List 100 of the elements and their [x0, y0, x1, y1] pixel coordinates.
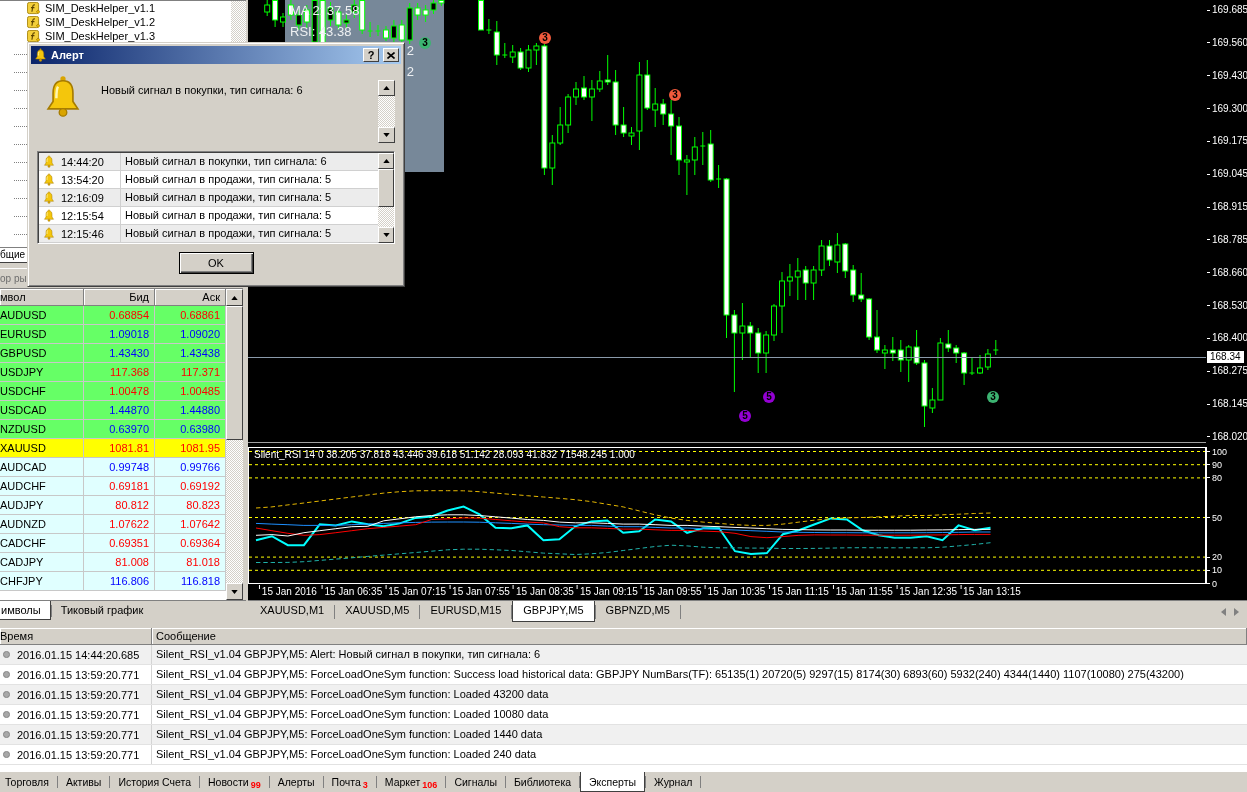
quote-row[interactable]: AUDNZD 1.07622 1.07642 — [0, 515, 226, 534]
log-message: Silent_RSI_v1.04 GBPJPY,M5: Alert: Новый сигнал в покупки, тип сигнала: 6 — [155, 647, 542, 662]
terminal-tab[interactable]: История Счета — [110, 772, 199, 792]
terminal-tab[interactable]: Библиотека — [505, 772, 580, 792]
price-label: 168.660 — [1207, 266, 1247, 279]
time-label: 15 Jan 13:15 — [960, 585, 1021, 598]
chart-tab[interactable]: EURUSD,M15 — [420, 601, 512, 622]
current-price-label: 168.34 — [1207, 351, 1244, 363]
scrollbar-thumb[interactable] — [226, 306, 243, 440]
scroll-up-button[interactable] — [378, 153, 394, 169]
navigator-item[interactable]: SIM_DeskHelper_v1.2 — [0, 15, 156, 29]
dot-icon — [3, 671, 10, 678]
navigator-tab[interactable]: бщие — [0, 248, 29, 263]
bell-icon — [43, 209, 55, 222]
navigator-item[interactable]: SIM_DeskHelper_v1.1 — [0, 1, 156, 15]
log-time: 2016.01.15 13:59:20.771 — [17, 748, 140, 761]
quote-row[interactable]: USDJPY 117.368 117.371 — [0, 363, 226, 382]
alert-history-row[interactable]: 12:15:46 Новый сигнал в продажи, тип сигнала: 5 — [39, 225, 378, 243]
quote-row[interactable]: CADCHF 0.69351 0.69364 — [0, 534, 226, 553]
axis-label: 0 — [1207, 578, 1217, 589]
column-header[interactable]: Бид — [84, 289, 155, 306]
time-label: 15 Jan 07:15 — [385, 585, 447, 598]
help-button[interactable]: ? — [363, 48, 379, 62]
quote-row[interactable]: AUDCAD 0.99748 0.99766 — [0, 458, 226, 477]
alert-message: Новый сигнал в покупки, тип сигнала: 6 — [101, 83, 303, 97]
close-button[interactable] — [383, 48, 399, 62]
indicator-readout: 2 — [406, 43, 414, 58]
quote-row[interactable]: EURUSD 1.09018 1.09020 — [0, 325, 226, 344]
scroll-down-button[interactable] — [378, 127, 395, 143]
axis-label: 50 — [1207, 512, 1222, 523]
dot-icon — [3, 751, 10, 758]
caret-up-icon — [231, 295, 238, 300]
caret-down-icon — [383, 133, 390, 137]
quote-row[interactable]: XAUUSD 1081.81 1081.95 — [0, 439, 226, 458]
log-message: Silent_RSI_v1.04 GBPJPY,M5: ForceLoadOneSym function: Loaded 240 data — [155, 747, 538, 762]
log-time: 2016.01.15 13:59:20.771 — [17, 688, 140, 701]
caret-down-icon — [382, 233, 390, 237]
alert-history-row[interactable]: 14:44:20 Новый сигнал в покупки, тип сигнала: 6 — [39, 153, 378, 171]
scrollbar-thumb[interactable] — [378, 169, 394, 207]
quote-row[interactable]: NZDUSD 0.63970 0.63980 — [0, 420, 226, 439]
column-header[interactable]: Время — [0, 628, 152, 645]
function-icon — [27, 15, 40, 29]
panel-tab[interactable]: Тиковый график — [51, 601, 153, 620]
log-message: Silent_RSI_v1.04 GBPJPY,M5: ForceLoadOneSym function: Loaded 10080 data — [155, 707, 550, 722]
chart-tab[interactable]: XAUUSD,M1 — [250, 601, 335, 622]
price-label: 169.300 — [1207, 102, 1247, 115]
function-icon — [27, 1, 40, 15]
bell-icon — [34, 48, 47, 62]
column-header[interactable]: мвол — [0, 289, 84, 306]
quote-row[interactable]: CHFJPY 116.806 116.818 — [0, 572, 226, 591]
terminal-tab[interactable]: Сигналы — [446, 772, 505, 792]
scroll-down-button[interactable] — [378, 227, 394, 243]
scroll-up-button[interactable] — [378, 80, 395, 96]
terminal-tab[interactable]: Журнал — [646, 772, 701, 792]
price-label: 168.020 — [1207, 430, 1247, 443]
signal-marker: 3 — [987, 391, 999, 403]
terminal-tab[interactable]: Эксперты — [580, 772, 646, 792]
quote-row[interactable]: AUDUSD 0.68854 0.68861 — [0, 306, 226, 325]
chart-tab[interactable]: GBPNZD,M5 — [595, 601, 680, 622]
quote-row[interactable]: USDCAD 1.44870 1.44880 — [0, 401, 226, 420]
chart-tab[interactable]: XAUUSD,M5 — [335, 601, 420, 622]
quote-row[interactable]: AUDJPY 80.812 80.823 — [0, 496, 226, 515]
quote-row[interactable]: CADJPY 81.008 81.018 — [0, 553, 226, 572]
column-header[interactable]: Сообщение — [152, 628, 1247, 645]
quote-row[interactable]: GBPUSD 1.43430 1.43438 — [0, 344, 226, 363]
indicator-readout: 2 — [406, 64, 414, 79]
price-label: 169.685 — [1207, 4, 1247, 16]
column-header[interactable]: Аск — [155, 289, 226, 306]
scroll-left-icon[interactable] — [1221, 607, 1226, 616]
caret-down-icon — [231, 589, 238, 594]
scroll-right-icon[interactable] — [1234, 607, 1239, 616]
ok-button[interactable]: OK — [178, 252, 254, 274]
terminal-tab[interactable]: Торговля — [0, 772, 57, 792]
alert-text: Новый сигнал в продажи, тип сигнала: 5 — [124, 208, 333, 223]
terminal-tab[interactable]: Активы — [57, 772, 110, 792]
chart-tab[interactable]: GBPJPY,M5 — [512, 601, 595, 622]
time-label: 15 Jan 10:35 — [704, 585, 766, 598]
alert-time: 12:15:54 — [61, 209, 104, 222]
notification-count: 3 — [362, 780, 368, 790]
scroll-up-button[interactable] — [226, 289, 243, 306]
price-label: 168.785 — [1207, 233, 1247, 246]
alert-history-row[interactable]: 12:16:09 Новый сигнал в продажи, тип сигнала: 5 — [39, 189, 378, 207]
axis-label: 10 — [1207, 565, 1222, 576]
indicator-title: Silent_RSI 14 0 38.205 37.818 43.446 39.618 51.142 28.093 41.832 71548.245 1.000 — [254, 449, 635, 461]
log-message: Silent_RSI_v1.04 GBPJPY,M5: ForceLoadOneSym function: Success load historical data: GBPJPY NumBars(TF): 65135(1) 20720(5) 9297(15) 8174(30) 6893(60) 5932(240) 4344(1440) 1107(10080) 275(43200) — [155, 667, 1185, 682]
panel-tab[interactable]: имволы — [0, 601, 51, 620]
scroll-down-button[interactable] — [226, 583, 243, 600]
bell-icon — [43, 155, 55, 168]
quote-row[interactable]: AUDCHF 0.69181 0.69192 — [0, 477, 226, 496]
log-time: 2016.01.15 14:44:20.685 — [17, 648, 140, 661]
log-time: 2016.01.15 13:59:20.771 — [17, 708, 140, 721]
alert-time: 14:44:20 — [61, 155, 104, 168]
axis-label: 100 — [1207, 447, 1228, 457]
alert-text: Новый сигнал в продажи, тип сигнала: 5 — [124, 172, 333, 187]
terminal-tab[interactable]: Алерты — [269, 772, 323, 792]
navigator-item[interactable]: SIM_DeskHelper_v1.3 — [0, 29, 156, 43]
quote-row[interactable]: USDCHF 1.00478 1.00485 — [0, 382, 226, 401]
close-icon — [387, 51, 395, 59]
bell-icon — [43, 191, 55, 204]
alert-time: 13:54:20 — [61, 173, 104, 186]
